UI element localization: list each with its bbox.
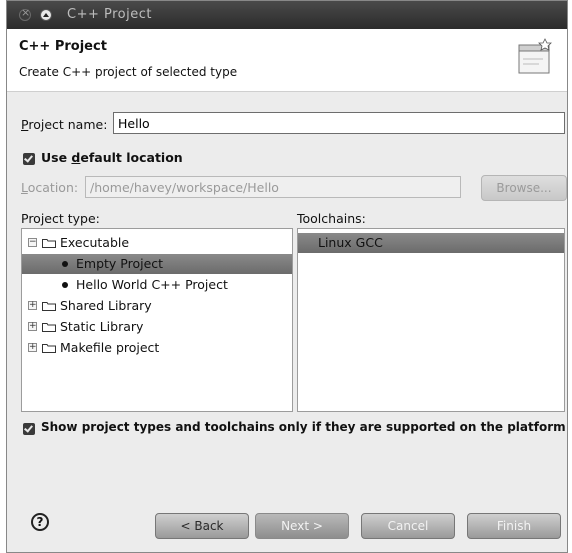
use-default-location-checkbox[interactable]: [23, 153, 35, 165]
location-label: Location:: [21, 180, 79, 195]
tree-item[interactable]: Empty Project: [22, 254, 292, 274]
project-type-tree[interactable]: − Executable Empty Project Hello World C++ …: [21, 228, 293, 412]
tree-item-label: Static Library: [60, 319, 144, 334]
tree-item[interactable]: + Makefile project: [22, 338, 292, 358]
tree-item[interactable]: + Shared Library: [22, 296, 292, 316]
tree-item-label: Executable: [60, 235, 130, 250]
toolchains-list[interactable]: Linux GCC: [297, 228, 565, 412]
tree-item[interactable]: Hello World C++ Project: [22, 275, 292, 295]
folder-icon: [42, 302, 56, 311]
show-supported-only-label: Show project types and toolchains only i…: [41, 420, 566, 434]
folder-icon: [42, 323, 56, 332]
cpp-project-dialog: C++ Project C++ Project Create C++ proje…: [6, 0, 568, 553]
tree-item-label: Shared Library: [60, 298, 152, 313]
next-button[interactable]: Next >: [255, 513, 349, 539]
tree-item-label: Hello World C++ Project: [76, 277, 228, 292]
collapse-icon[interactable]: −: [28, 238, 37, 247]
browse-button[interactable]: Browse...: [481, 175, 567, 201]
maximize-window-button[interactable]: [40, 9, 52, 21]
expand-icon[interactable]: +: [28, 343, 37, 352]
project-type-label: Project type:: [21, 211, 100, 226]
project-name-label: Project name:: [21, 117, 108, 132]
wizard-header: C++ Project Create C++ project of select…: [7, 29, 567, 92]
window-title: C++ Project: [67, 7, 152, 22]
expand-icon[interactable]: +: [28, 322, 37, 331]
bullet-icon: [62, 282, 68, 288]
use-default-location-label: Use default location: [41, 150, 183, 165]
title-bar: C++ Project: [7, 1, 567, 29]
wizard-title: C++ Project: [19, 39, 107, 54]
location-input[interactable]: [85, 176, 461, 198]
help-icon[interactable]: ?: [31, 513, 49, 531]
bullet-icon: [62, 261, 68, 267]
toolchain-item[interactable]: Linux GCC: [298, 233, 564, 253]
new-project-wizard-icon: [518, 38, 552, 74]
folder-icon: [42, 239, 56, 248]
show-supported-only-checkbox[interactable]: [23, 423, 35, 435]
expand-icon[interactable]: +: [28, 301, 37, 310]
back-button[interactable]: < Back: [155, 513, 249, 539]
close-window-button[interactable]: [19, 6, 31, 21]
project-name-input[interactable]: [113, 112, 565, 134]
cancel-button[interactable]: Cancel: [361, 513, 455, 539]
tree-item-label: Makefile project: [60, 340, 160, 355]
toolchains-label: Toolchains:: [297, 211, 366, 226]
tree-item[interactable]: + Static Library: [22, 317, 292, 337]
folder-icon: [42, 344, 56, 353]
wizard-description: Create C++ project of selected type: [19, 65, 238, 79]
finish-button[interactable]: Finish: [467, 513, 561, 539]
tree-item-label: Empty Project: [76, 256, 164, 271]
tree-item[interactable]: − Executable: [22, 233, 292, 253]
toolchain-item-label: Linux GCC: [318, 235, 383, 250]
